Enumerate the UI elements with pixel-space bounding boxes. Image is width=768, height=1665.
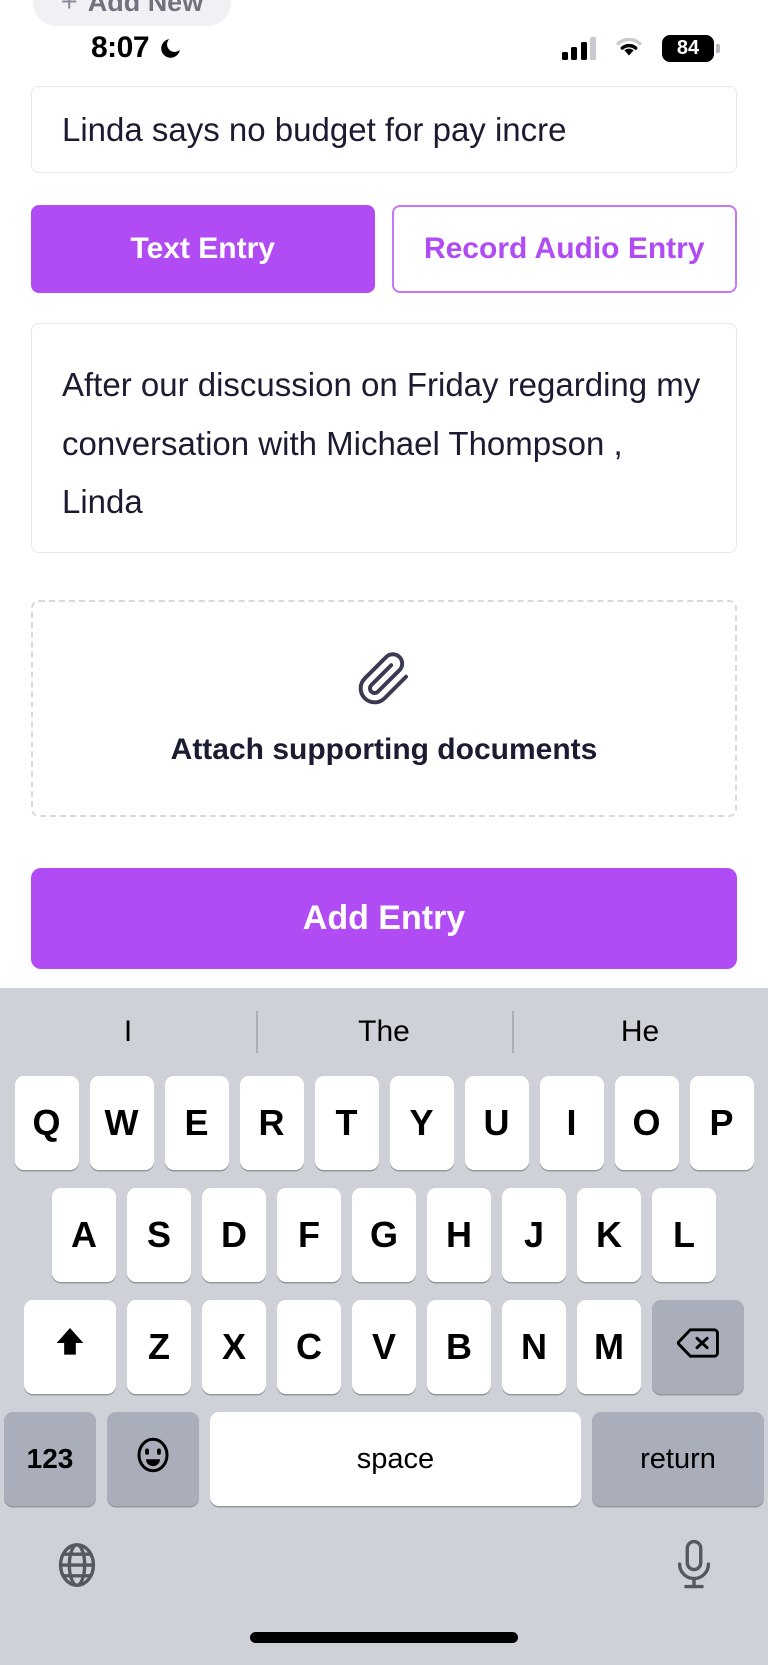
text-entry-button[interactable]: Text Entry <box>31 205 375 293</box>
key-b[interactable]: B <box>427 1300 491 1394</box>
emoji-key[interactable] <box>107 1412 199 1506</box>
key-d[interactable]: D <box>202 1188 266 1282</box>
key-j[interactable]: J <box>502 1188 566 1282</box>
predictive-suggestions-bar: I The He <box>0 988 768 1076</box>
backspace-key[interactable] <box>652 1300 744 1394</box>
key-e[interactable]: E <box>164 1076 229 1170</box>
key-l[interactable]: L <box>652 1188 716 1282</box>
key-n[interactable]: N <box>502 1300 566 1394</box>
suggestion-item[interactable]: The <box>256 1015 512 1049</box>
microphone-icon[interactable] <box>670 1538 718 1592</box>
key-u[interactable]: U <box>464 1076 529 1170</box>
battery-indicator: 84 <box>662 34 720 62</box>
entry-mode-toggle: Text Entry Record Audio Entry <box>31 205 737 293</box>
backspace-delete-icon <box>676 1326 720 1369</box>
key-o[interactable]: O <box>614 1076 679 1170</box>
add-new-button[interactable]: + Add New <box>33 0 231 26</box>
key-r[interactable]: R <box>239 1076 304 1170</box>
key-w[interactable]: W <box>89 1076 154 1170</box>
entry-title-value: Linda says no budget for pay incre <box>62 110 567 148</box>
home-indicator <box>250 1632 518 1643</box>
key-g[interactable]: G <box>352 1188 416 1282</box>
attach-documents-label: Attach supporting documents <box>170 732 598 766</box>
cellular-signal-icon <box>561 36 596 60</box>
keyboard-row-4: 123 space return <box>0 1412 768 1506</box>
return-key[interactable]: return <box>592 1412 764 1506</box>
key-a[interactable]: A <box>52 1188 116 1282</box>
entry-title-input[interactable]: Linda says no budget for pay incre <box>31 86 737 173</box>
key-h[interactable]: H <box>427 1188 491 1282</box>
keyboard-row-3: Z X C V B N M <box>0 1300 768 1394</box>
key-k[interactable]: K <box>577 1188 641 1282</box>
key-p[interactable]: P <box>689 1076 754 1170</box>
key-z[interactable]: Z <box>127 1300 191 1394</box>
wifi-icon <box>612 33 646 64</box>
plus-icon: + <box>60 0 78 18</box>
keyboard-bottom-row <box>0 1506 768 1602</box>
numbers-key[interactable]: 123 <box>4 1412 96 1506</box>
shift-up-arrow-icon <box>50 1323 90 1372</box>
smiley-face-icon <box>132 1434 174 1485</box>
entry-note-textarea[interactable]: After our discussion on Friday regarding… <box>31 323 737 553</box>
key-s[interactable]: S <box>127 1188 191 1282</box>
status-bar-left: 8:07 <box>91 31 183 65</box>
add-entry-button[interactable]: Add Entry <box>31 868 737 969</box>
add-new-label: Add New <box>87 0 204 17</box>
globe-language-icon[interactable] <box>50 1538 104 1592</box>
status-bar-right: 84 <box>561 33 720 64</box>
clock-time: 8:07 <box>91 31 150 64</box>
key-m[interactable]: M <box>577 1300 641 1394</box>
key-c[interactable]: C <box>277 1300 341 1394</box>
on-screen-keyboard: I The He Q W E R T Y U I O P A S D F G H… <box>0 988 768 1665</box>
key-i[interactable]: I <box>539 1076 604 1170</box>
keyboard-row-2: A S D F G H J K L <box>0 1188 768 1282</box>
key-f[interactable]: F <box>277 1188 341 1282</box>
space-key[interactable]: space <box>210 1412 581 1506</box>
key-y[interactable]: Y <box>389 1076 454 1170</box>
suggestion-item[interactable]: He <box>512 1015 768 1049</box>
record-audio-entry-button[interactable]: Record Audio Entry <box>391 205 737 293</box>
status-bar: 8:07 84 <box>0 26 768 70</box>
keyboard-row-1: Q W E R T Y U I O P <box>0 1076 768 1170</box>
phone-screen: + Add New 8:07 84 Linda says no budget f… <box>0 0 768 1665</box>
shift-key[interactable] <box>24 1300 116 1394</box>
crescent-moon-icon <box>158 36 183 61</box>
key-x[interactable]: X <box>202 1300 266 1394</box>
battery-percent: 84 <box>676 36 700 59</box>
key-v[interactable]: V <box>352 1300 416 1394</box>
attach-documents-dropzone[interactable]: Attach supporting documents <box>31 600 737 817</box>
paperclip-icon <box>356 651 412 707</box>
key-t[interactable]: T <box>314 1076 379 1170</box>
key-q[interactable]: Q <box>14 1076 79 1170</box>
entry-note-value: After our discussion on Friday regarding… <box>62 366 701 521</box>
suggestion-item[interactable]: I <box>0 1015 256 1049</box>
